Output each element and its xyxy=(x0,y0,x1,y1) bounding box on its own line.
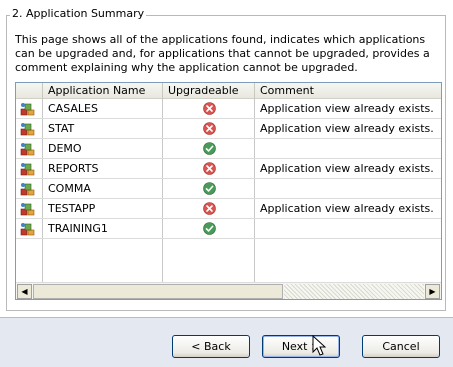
comment-cell: Application view already exists. xyxy=(260,162,434,175)
scroll-left-arrow-icon[interactable]: ◀ xyxy=(17,284,32,299)
table-row[interactable]: COMMA xyxy=(16,179,441,199)
table-row[interactable]: TESTAPP Application view already exists. xyxy=(16,199,441,219)
next-button[interactable]: Next > xyxy=(262,335,340,358)
upgradeable-cell xyxy=(163,159,255,179)
application-icon xyxy=(20,203,35,216)
error-x-icon xyxy=(202,201,216,215)
wizard-footer: < Back Next > Cancel xyxy=(0,317,453,367)
header-icon-column xyxy=(16,83,43,99)
cancel-button[interactable]: Cancel xyxy=(362,335,440,358)
application-icon xyxy=(20,183,35,196)
grid-header: Application Name Upgradeable Comment xyxy=(16,83,441,99)
horizontal-scrollbar[interactable]: ◀ ▶ xyxy=(16,282,441,299)
upgradeable-cell xyxy=(163,139,255,159)
application-name-cell: COMMA xyxy=(48,182,91,195)
upgradeable-cell xyxy=(163,219,255,239)
table-row[interactable]: REPORTS Application view already exists. xyxy=(16,159,441,179)
error-x-icon xyxy=(202,161,216,175)
application-icon xyxy=(20,163,35,176)
error-x-icon xyxy=(202,101,216,115)
check-icon xyxy=(202,181,216,195)
application-icon xyxy=(20,143,35,156)
upgradeable-cell xyxy=(163,179,255,199)
error-x-icon xyxy=(202,121,216,135)
application-icon xyxy=(20,223,35,236)
table-row[interactable]: DEMO xyxy=(16,139,441,159)
application-grid[interactable]: Application Name Upgradeable Comment CAS… xyxy=(15,82,442,300)
table-row[interactable]: TRAINING1 xyxy=(16,219,441,239)
back-button-label: < Back xyxy=(191,340,231,353)
comment-cell: Application view already exists. xyxy=(260,122,434,135)
table-row[interactable]: CASALES Application view already exists. xyxy=(16,99,441,119)
check-icon xyxy=(202,221,216,235)
application-name-cell: STAT xyxy=(48,122,75,135)
section-description: This page shows all of the applications … xyxy=(15,33,430,74)
row-icon-cell xyxy=(16,119,42,139)
table-row[interactable]: STAT Application view already exists. xyxy=(16,119,441,139)
header-comment[interactable]: Comment xyxy=(255,83,441,99)
header-upgradeable[interactable]: Upgradeable xyxy=(163,83,255,99)
row-icon-cell xyxy=(16,159,42,179)
wizard-content: 2. Application Summary This page shows a… xyxy=(0,0,453,317)
application-name-cell: REPORTS xyxy=(48,162,99,175)
application-name-cell: TRAINING1 xyxy=(48,222,108,235)
row-icon-cell xyxy=(16,199,42,219)
row-icon-cell xyxy=(16,139,42,159)
application-name-cell: DEMO xyxy=(48,142,82,155)
comment-cell xyxy=(255,179,441,199)
row-icon-cell xyxy=(16,219,42,239)
scrollbar-thumb[interactable] xyxy=(33,284,283,299)
comment-cell xyxy=(255,219,441,239)
upgradeable-cell xyxy=(163,99,255,119)
scrollbar-track[interactable] xyxy=(284,284,424,299)
check-icon xyxy=(202,141,216,155)
section-title: 2. Application Summary xyxy=(10,7,147,21)
header-application-name[interactable]: Application Name xyxy=(43,83,163,99)
mouse-pointer-icon xyxy=(312,335,326,356)
row-icon-cell xyxy=(16,179,42,199)
upgradeable-cell xyxy=(163,199,255,219)
cancel-button-label: Cancel xyxy=(382,340,420,353)
application-name-cell: CASALES xyxy=(48,102,98,115)
application-icon xyxy=(20,103,35,116)
comment-cell xyxy=(255,139,441,159)
scroll-right-arrow-icon[interactable]: ▶ xyxy=(425,284,440,299)
comment-cell: Application view already exists. xyxy=(260,102,434,115)
upgradeable-cell xyxy=(163,119,255,139)
row-icon-cell xyxy=(16,99,42,119)
comment-cell: Application view already exists. xyxy=(260,202,434,215)
application-icon xyxy=(20,123,35,136)
back-button[interactable]: < Back xyxy=(172,335,250,358)
application-name-cell: TESTAPP xyxy=(48,202,96,215)
